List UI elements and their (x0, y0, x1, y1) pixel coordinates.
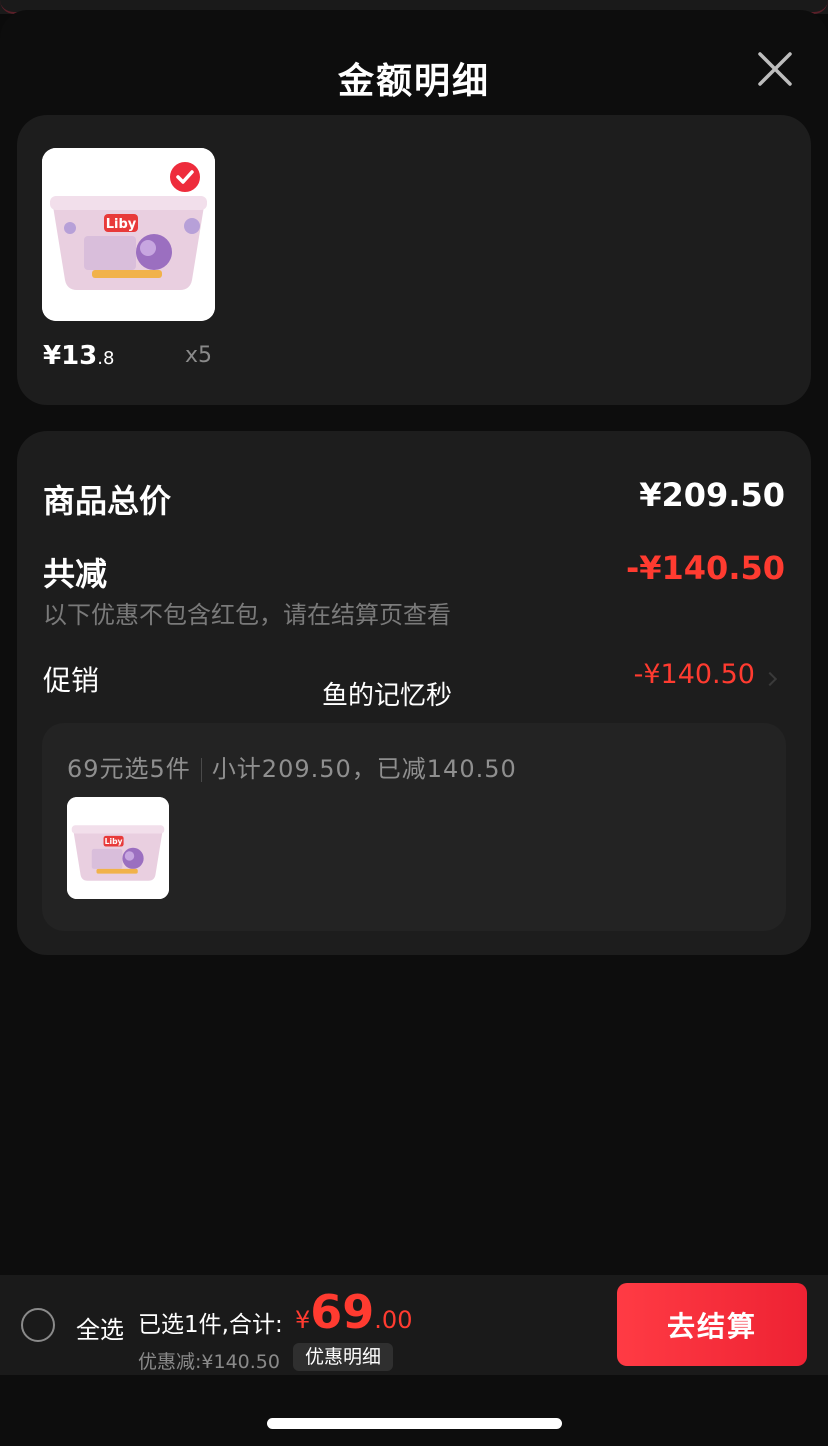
promo-rule: 69元选5件 (67, 755, 191, 783)
checkout-bar: 全选 已选1件,合计: ¥69.00 优惠减:¥140.50 优惠明细 去结算 (0, 1275, 828, 1375)
total-symbol: ¥ (295, 1306, 311, 1334)
price-dec: .8 (97, 348, 115, 369)
price-int: 13 (61, 341, 98, 371)
laundry-pods-box-icon: Liby (67, 797, 169, 899)
promo-subtotal: 小计209.50，已减140.50 (211, 755, 517, 783)
watermark-text: 鱼的记忆秒 (322, 681, 453, 711)
total-int: 69 (310, 1285, 375, 1339)
total-dec: .00 (374, 1306, 413, 1334)
total-price-value: ¥209.50 (639, 476, 785, 514)
product-quantity: x5 (185, 343, 213, 368)
home-indicator[interactable] (267, 1418, 562, 1429)
grand-total: ¥69.00 (295, 1285, 412, 1339)
total-reduce-value: -¥140.50 (625, 549, 785, 587)
discount-note: 以下优惠不包含红包，请在结算页查看 (43, 601, 451, 629)
close-icon-svg (758, 52, 792, 86)
select-all-radio[interactable] (21, 1308, 55, 1342)
product-card: Liby ¥13.8 x5 (17, 115, 811, 405)
promo-product-image[interactable]: Liby (67, 797, 169, 899)
check-icon (176, 170, 194, 184)
discount-amount-text: 优惠减:¥140.50 (138, 1351, 280, 1373)
promo-rule-text: 69元选5件 小计209.50，已减140.50 (67, 749, 517, 784)
total-reduce-label: 共减 (43, 555, 108, 593)
svg-text:Liby: Liby (106, 217, 137, 232)
product-price: ¥13.8 (43, 341, 114, 371)
promo-value[interactable]: -¥140.50 (634, 659, 755, 690)
divider (200, 758, 202, 782)
close-icon[interactable] (750, 44, 800, 94)
price-symbol: ¥ (43, 341, 62, 371)
selected-count-text: 已选1件,合计: (138, 1312, 283, 1338)
total-price-label: 商品总价 (43, 482, 172, 520)
discount-detail-button[interactable]: 优惠明细 (293, 1343, 394, 1371)
page: 金额明细 Liby ¥13.8 x5 商品总价 ¥209.50 共减 -¥140… (0, 0, 828, 1446)
promo-detail-box: 69元选5件 小计209.50，已减140.50 Liby (42, 723, 786, 931)
sheet-title: 金额明细 (337, 61, 490, 102)
price-summary-card: 商品总价 ¥209.50 共减 -¥140.50 以下优惠不包含红包，请在结算页… (17, 431, 811, 955)
svg-text:Liby: Liby (105, 837, 123, 846)
chevron-right-icon (762, 671, 778, 687)
select-all-label[interactable]: 全选 (76, 1310, 124, 1345)
product-image[interactable]: Liby (42, 148, 215, 321)
checkout-button[interactable]: 去结算 (617, 1283, 807, 1366)
amount-detail-sheet: 金额明细 Liby ¥13.8 x5 商品总价 ¥209.50 共减 -¥140… (0, 10, 828, 1446)
promo-label: 促销 (43, 664, 100, 697)
selected-check-icon[interactable] (168, 160, 202, 194)
